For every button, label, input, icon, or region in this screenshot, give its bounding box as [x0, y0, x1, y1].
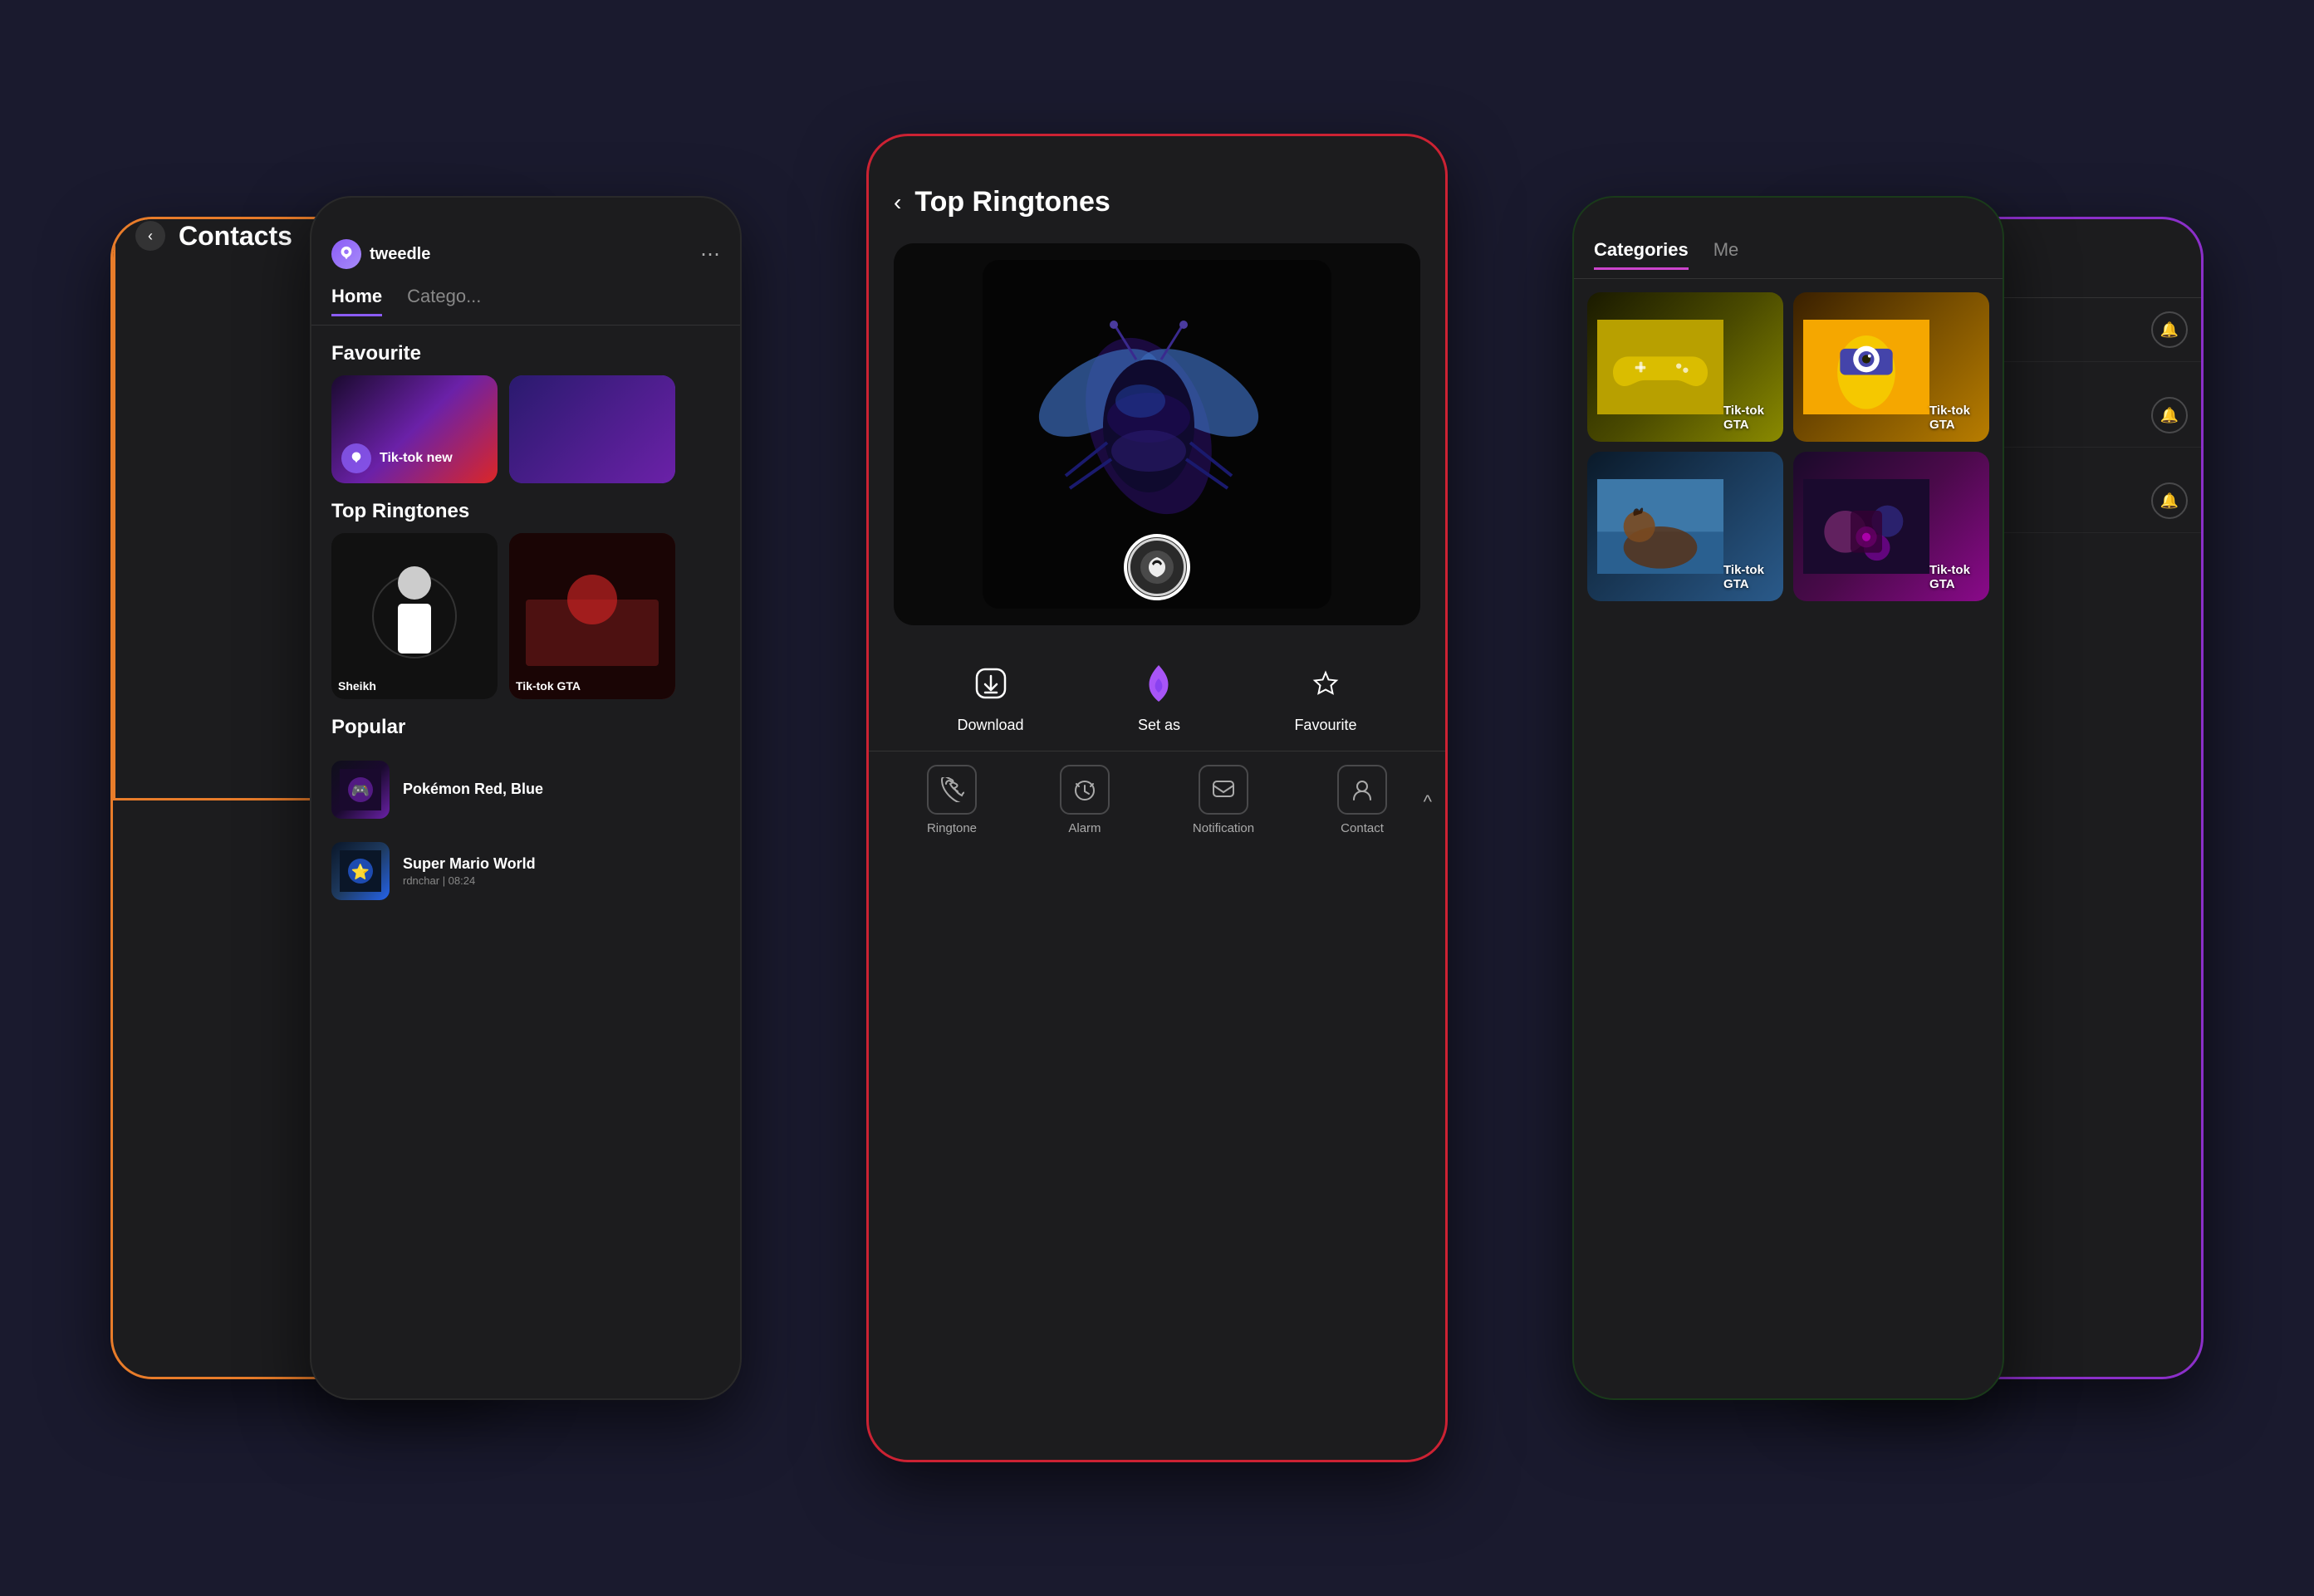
set-as-action[interactable]: Set as: [1134, 658, 1184, 734]
home-tabs: Home Catego...: [311, 277, 740, 326]
popular-info: Super Mario World rdnchar | 08:24: [403, 855, 720, 887]
tr-card-2[interactable]: Tik-tok GTA: [509, 533, 675, 699]
hero-area: [894, 243, 1420, 625]
popular-info: Pokémon Red, Blue: [403, 781, 720, 800]
back-button[interactable]: ‹: [894, 189, 901, 216]
alarm-label: Alarm: [1068, 821, 1101, 835]
top-ringtones-header: ‹ Top Ringtones: [869, 136, 1445, 235]
menu-icon[interactable]: ⋯: [700, 242, 720, 267]
card-label: Tik-tok GTA: [1929, 404, 1979, 432]
category-card[interactable]: Tik-tok GTA: [1587, 292, 1783, 442]
phone-top-ringtones: ‹ Top Ringtones: [866, 134, 1448, 1462]
notification-icon: [1199, 765, 1248, 815]
contact-label: Contact: [1341, 821, 1384, 835]
favourite-section-title: Favourite: [311, 326, 740, 375]
card-bg-neon: Tik-tok GTA: [1793, 452, 1989, 601]
download-action[interactable]: Download: [957, 658, 1023, 734]
alarm-button[interactable]: Alarm: [1060, 765, 1110, 835]
contacts-title: Contacts: [179, 221, 292, 252]
card-label: Tik-tok GTA: [1723, 563, 1773, 591]
logo: tweedle: [331, 239, 430, 269]
alarm-icon: [1060, 765, 1110, 815]
logo-text: tweedle: [370, 245, 430, 264]
tab-categories[interactable]: Categories: [1594, 239, 1689, 270]
tr-card-label: Sheikh: [338, 679, 491, 693]
set-as-label: Set as: [1138, 717, 1180, 734]
notification-label: Notification: [1193, 821, 1254, 835]
svg-text:🎮: 🎮: [351, 782, 370, 799]
expand-icon[interactable]: ^: [1424, 791, 1432, 813]
bell-button[interactable]: 🔔: [2151, 397, 2188, 433]
ringtone-label: Ringtone: [927, 821, 977, 835]
play-button[interactable]: [1124, 534, 1190, 600]
popular-thumb: 🎮: [331, 761, 390, 819]
favourites-row: Tik-tok new: [311, 375, 740, 483]
action-buttons: Download Set as Favourite: [869, 634, 1445, 751]
card-label: Tik-tok GTA: [1929, 563, 1979, 591]
top-ringtones-row: Sheikh Tik-tok GTA: [311, 533, 740, 699]
card-bg-horse: Tik-tok GTA: [1587, 452, 1783, 601]
categories-grid: Tik-tok GTA Tik-tok GTA: [1574, 279, 2003, 614]
contact-icon: [1337, 765, 1387, 815]
logo-icon: [331, 239, 361, 269]
bird-play-icon: [1140, 551, 1174, 584]
fav-card-content: Tik-tok new: [331, 433, 498, 483]
top-ringtones-section-title: Top Ringtones: [311, 483, 740, 533]
tab-home[interactable]: Home: [331, 286, 382, 316]
fav-card[interactable]: [509, 375, 675, 483]
ringtone-button[interactable]: Ringtone: [927, 765, 977, 835]
categories-tabs: Categories Me: [1574, 198, 2003, 279]
tab-me[interactable]: Me: [1713, 239, 1739, 270]
top-ringtones-title: Top Ringtones: [914, 186, 1110, 218]
favourite-label: Favourite: [1294, 717, 1356, 734]
download-icon: [966, 658, 1016, 708]
ringtone-icon: [927, 765, 977, 815]
card-label: Tik-tok GTA: [1723, 404, 1773, 432]
popular-sub: rdnchar | 08:24: [403, 874, 720, 887]
bell-button[interactable]: 🔔: [2151, 311, 2188, 348]
notification-button[interactable]: Notification: [1193, 765, 1254, 835]
set-as-icon: [1134, 658, 1184, 708]
back-button[interactable]: ‹: [135, 221, 165, 251]
category-card[interactable]: Tik-tok GTA: [1793, 452, 1989, 601]
scene: ‹ Contacts A Alexander Default (Simple_B…: [77, 51, 2237, 1545]
category-card[interactable]: Tik-tok GTA: [1793, 292, 1989, 442]
fav-card[interactable]: Tik-tok new: [331, 375, 498, 483]
fav-title: Tik-tok new: [380, 451, 453, 466]
card-bg-gaming: Tik-tok GTA: [1587, 292, 1783, 442]
home-header: tweedle ⋯: [311, 198, 740, 277]
category-card[interactable]: Tik-tok GTA: [1587, 452, 1783, 601]
phone-home: tweedle ⋯ Home Catego... Favourite Tik-t…: [310, 196, 742, 1400]
tr-card-1[interactable]: Sheikh: [331, 533, 498, 699]
popular-thumb: ⭐: [331, 842, 390, 900]
tab-categories[interactable]: Catego...: [407, 286, 481, 316]
favourite-action[interactable]: Favourite: [1294, 658, 1356, 734]
contact-button[interactable]: Contact: [1337, 765, 1387, 835]
popular-name: Super Mario World: [403, 855, 720, 873]
phone-categories: Categories Me Tik-tok GTA: [1572, 196, 2004, 1400]
download-label: Download: [957, 717, 1023, 734]
bell-button[interactable]: 🔔: [2151, 482, 2188, 519]
popular-item[interactable]: ⭐ Super Mario World rdnchar | 08:24: [311, 830, 740, 912]
card-bg-minion: Tik-tok GTA: [1793, 292, 1989, 442]
popular-section-title: Popular: [311, 699, 740, 749]
tr-card-label: Tik-tok GTA: [516, 679, 669, 693]
svg-text:⭐: ⭐: [351, 863, 370, 880]
popular-name: Pokémon Red, Blue: [403, 781, 720, 798]
popular-item[interactable]: 🎮 Pokémon Red, Blue: [311, 749, 740, 830]
fav-icon: [341, 443, 371, 473]
favourite-icon: [1301, 658, 1351, 708]
set-as-section: Ringtone Alarm: [869, 751, 1445, 852]
